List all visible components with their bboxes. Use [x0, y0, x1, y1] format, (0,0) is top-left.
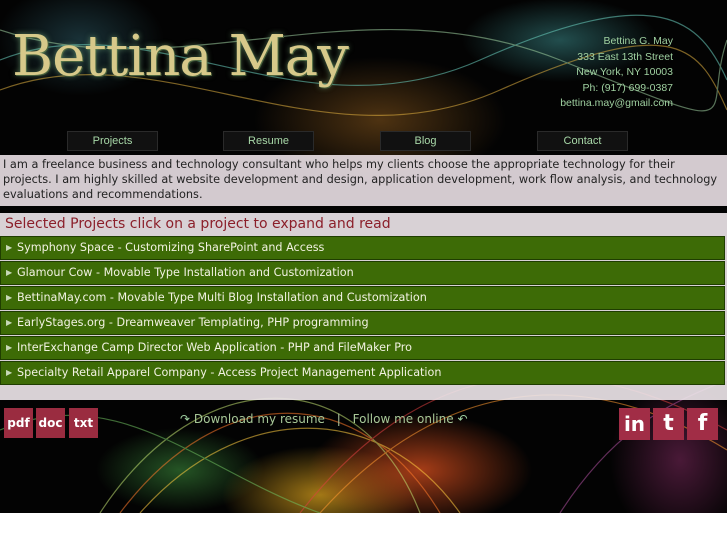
contact-name: Bettina G. May	[603, 35, 673, 47]
project-label: EarlyStages.org - Dreamweaver Templating…	[17, 316, 369, 329]
site-logo[interactable]: Bettina May	[12, 24, 349, 89]
project-item-specialty-retail[interactable]: ▶ Specialty Retail Apparel Company - Acc…	[0, 361, 725, 385]
footer-links: ↷ Download my resume | Follow me online …	[180, 412, 468, 426]
txt-icon[interactable]: txt	[69, 408, 98, 438]
facebook-icon[interactable]: f	[687, 408, 718, 440]
doc-icon[interactable]: doc	[36, 408, 65, 438]
intro-panel: I am a freelance business and technology…	[0, 155, 727, 206]
projects-panel: Selected Projects click on a project to …	[0, 213, 727, 400]
expand-arrow-icon: ▶	[6, 243, 13, 252]
project-item-bettinamay[interactable]: ▶ BettinaMay.com - Movable Type Multi Bl…	[0, 286, 725, 310]
contact-city: New York, NY 10003	[576, 66, 673, 78]
expand-arrow-icon: ▶	[6, 368, 13, 377]
nav-contact[interactable]: Contact	[537, 131, 628, 151]
project-list: ▶ Symphony Space - Customizing SharePoin…	[0, 236, 725, 386]
twitter-icon[interactable]: t	[653, 408, 684, 440]
download-resume-link[interactable]: Download my resume	[194, 412, 325, 426]
page-bottom-margin	[0, 513, 727, 545]
contact-info: Bettina G. May 333 East 13th Street New …	[560, 34, 673, 112]
nav-blog[interactable]: Blog	[380, 131, 471, 151]
intro-text: I am a freelance business and technology…	[3, 158, 718, 201]
follow-me-link[interactable]: Follow me online	[353, 412, 454, 426]
nav-resume[interactable]: Resume	[223, 131, 314, 151]
nav-projects[interactable]: Projects	[67, 131, 158, 151]
project-label: InterExchange Camp Director Web Applicat…	[17, 341, 412, 354]
expand-arrow-icon: ▶	[6, 343, 13, 352]
expand-arrow-icon: ▶	[6, 293, 13, 302]
curl-arrow-icon: ↶	[457, 412, 468, 426]
curl-arrow-icon: ↷	[180, 412, 191, 426]
expand-arrow-icon: ▶	[6, 318, 13, 327]
main-nav: Projects Resume Blog Contact	[0, 131, 727, 151]
project-item-earlystages[interactable]: ▶ EarlyStages.org - Dreamweaver Templati…	[0, 311, 725, 335]
expand-arrow-icon: ▶	[6, 268, 13, 277]
project-label: Glamour Cow - Movable Type Installation …	[17, 266, 354, 279]
project-item-interexchange[interactable]: ▶ InterExchange Camp Director Web Applic…	[0, 336, 725, 360]
project-label: Specialty Retail Apparel Company - Acces…	[17, 366, 442, 379]
project-label: Symphony Space - Customizing SharePoint …	[17, 241, 325, 254]
project-item-symphony-space[interactable]: ▶ Symphony Space - Customizing SharePoin…	[0, 236, 725, 260]
project-label: BettinaMay.com - Movable Type Multi Blog…	[17, 291, 427, 304]
linkedin-icon[interactable]: in	[619, 408, 650, 440]
projects-title: Selected Projects click on a project to …	[5, 216, 391, 232]
contact-phone: Ph: (917) 699-0387	[582, 81, 673, 94]
project-item-glamour-cow[interactable]: ▶ Glamour Cow - Movable Type Installatio…	[0, 261, 725, 285]
contact-street: 333 East 13th Street	[577, 50, 673, 63]
footer-separator: |	[336, 412, 341, 426]
pdf-icon[interactable]: pdf	[4, 408, 33, 438]
contact-email[interactable]: bettina.may@gmail.com	[560, 96, 673, 112]
